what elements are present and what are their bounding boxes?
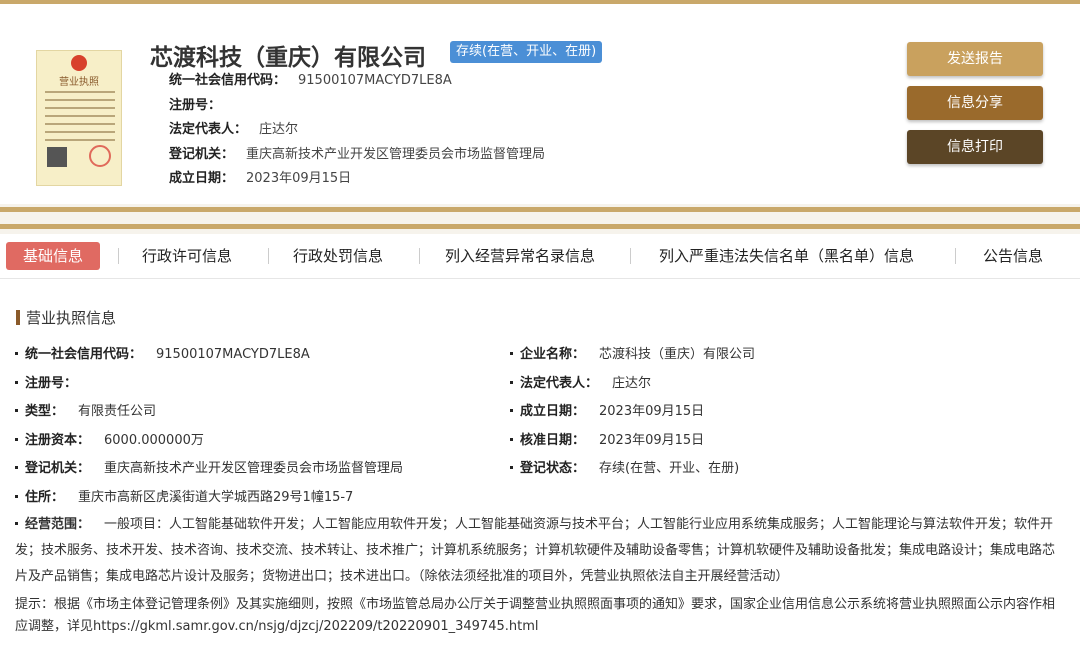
field-legal-representative: 法定代表人： 庄达尔 <box>510 372 651 391</box>
field-company-name: 企业名称： 芯渡科技（重庆）有限公司 <box>510 343 755 362</box>
tab-basic-info[interactable]: 基础信息 <box>6 242 101 270</box>
tab-divider <box>955 248 956 264</box>
notice-text: 提示：根据《市场主体登记管理条例》及其实施细则，按照《市场监管总局办公厅关于调整… <box>15 597 1056 634</box>
tab-admin-license[interactable]: 行政许可信息 <box>142 242 232 270</box>
tab-announcements[interactable]: 公告信息 <box>983 242 1043 270</box>
tab-bar: 基础信息 行政许可信息 行政处罚信息 列入经营异常名录信息 列入严重违法失信名单… <box>0 234 1080 278</box>
section-title: 营业执照信息 <box>16 307 116 328</box>
field-registration-status: 登记状态： 存续(在营、开业、在册) <box>510 457 739 476</box>
national-emblem-icon <box>71 55 87 71</box>
seal-icon <box>89 145 111 167</box>
field-registered-capital: 注册资本： 6000.000000万 <box>15 429 204 448</box>
field-type: 类型： 有限责任公司 <box>15 400 156 419</box>
tab-divider <box>268 248 269 264</box>
header-info-row: 成立日期： 2023年09月15日 <box>169 171 352 186</box>
tab-underline <box>0 278 1080 279</box>
header-info-row: 注册号： <box>169 98 222 113</box>
tab-admin-penalty[interactable]: 行政处罚信息 <box>293 242 383 270</box>
field-registration-number: 注册号： <box>15 372 91 391</box>
status-badge: 存续(在营、开业、在册) <box>450 41 603 63</box>
header-info-row: 登记机关： 重庆高新技术产业开发区管理委员会市场监督管理局 <box>169 147 546 162</box>
share-info-button[interactable]: 信息分享 <box>907 86 1043 120</box>
field-credit-code: 统一社会信用代码： 91500107MACYD7LE8A <box>15 343 310 362</box>
company-header: 营业执照 芯渡科技（重庆）有限公司 存续(在营、开业、在册) 统一社会信用代码：… <box>0 4 1080 204</box>
print-info-button[interactable]: 信息打印 <box>907 130 1043 164</box>
license-thumbnail-title: 营业执照 <box>59 77 99 88</box>
business-scope: 经营范围： 一般项目：人工智能基础软件开发；人工智能应用软件开发；人工智能基础资源… <box>15 517 1056 584</box>
company-name: 芯渡科技（重庆）有限公司 <box>150 45 426 71</box>
decorative-band <box>0 204 1080 234</box>
field-registration-authority: 登记机关： 重庆高新技术产业开发区管理委员会市场监督管理局 <box>15 457 403 476</box>
license-text-lines <box>45 91 115 147</box>
tab-blacklist[interactable]: 列入严重违法失信名单（黑名单）信息 <box>659 242 914 270</box>
tab-divider <box>118 248 119 264</box>
qr-code-icon <box>47 147 67 167</box>
header-info-row: 统一社会信用代码： 91500107MACYD7LE8A <box>169 73 452 88</box>
field-approval-date: 核准日期： 2023年09月15日 <box>510 429 704 448</box>
tab-divider <box>419 248 420 264</box>
field-address: 住所： 重庆市高新区虎溪街道大学城西路29号1幢15-7 <box>15 486 353 505</box>
business-license-thumbnail[interactable]: 营业执照 <box>36 50 122 186</box>
send-report-button[interactable]: 发送报告 <box>907 42 1043 76</box>
section-marker <box>16 310 20 325</box>
tab-abnormal-operation[interactable]: 列入经营异常名录信息 <box>445 242 595 270</box>
header-info-row: 法定代表人： 庄达尔 <box>169 122 299 137</box>
field-establish-date: 成立日期： 2023年09月15日 <box>510 400 704 419</box>
tab-divider <box>630 248 631 264</box>
